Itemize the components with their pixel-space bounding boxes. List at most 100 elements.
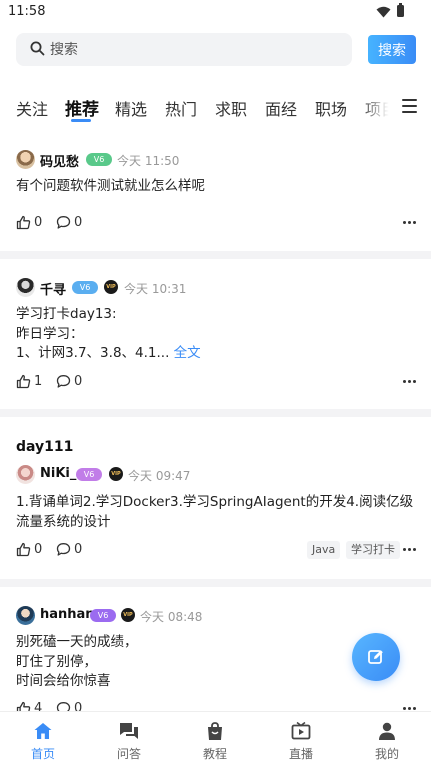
post-time: 今天 09:47 [128,469,191,483]
post-content[interactable]: 1.背诵单词2.学习Docker3.学习SpringAIagent的开发4.阅读… [16,493,416,532]
person-icon [379,722,395,740]
post-author: 码见愁 V6 今天 11:50 [16,150,416,170]
search-box[interactable] [16,33,352,66]
post-author: 千寻 V6 VIP 今天 10:31 [16,278,416,298]
tab-interview[interactable]: 面经 [265,96,297,120]
battery-icon [397,3,404,17]
nav-label: 问答 [116,747,141,761]
home-icon [34,723,52,739]
search-icon [30,41,45,56]
nav-home[interactable]: 首页 [0,712,86,767]
nav-label: 我的 [374,747,399,761]
like-count: 4 [34,701,43,711]
search-button[interactable]: 搜索 [368,35,416,64]
content-line: 1、计网3.7、3.8、4.1... [16,345,170,361]
post-actions: 1 0 [16,373,416,391]
post-content[interactable]: 有个问题软件测试就业怎么样呢 [16,177,416,197]
level-badge: V6 [90,609,116,622]
tab-jobs[interactable]: 求职 [215,96,247,120]
nav-label: 教程 [202,747,227,761]
comment-icon [56,375,71,388]
post-card[interactable]: day111 NiKi_ V6 VIP 今天 09:47 1.背诵单词2.学习D… [0,437,431,572]
tag-study-checkin[interactable]: 学习打卡 [346,541,400,559]
post-card[interactable]: 千寻 V6 VIP 今天 10:31 学习打卡day13: 昨日学习： 1、计网… [0,277,431,407]
nav-tutorial[interactable]: 教程 [172,712,258,767]
post-actions: 4 0 [16,700,416,711]
comment-icon [56,702,71,711]
vip-badge: VIP [121,608,135,622]
status-time: 11:58 [8,4,46,19]
nav-label: 直播 [288,747,313,761]
tab-featured[interactable]: 精选 [115,96,147,120]
category-tabs: 关注 推荐 精选 热门 求职 面经 职场 项目 [0,92,431,126]
more-options-icon[interactable] [403,221,417,225]
tab-hot[interactable]: 热门 [165,96,197,120]
comment-count: 0 [74,701,83,711]
nav-label: 首页 [30,747,55,761]
tag-java[interactable]: Java [307,541,341,559]
avatar[interactable] [16,150,35,169]
content-line: 昨日学习： [16,325,84,342]
level-badge: V6 [72,281,98,294]
menu-icon[interactable] [402,99,417,113]
post-author: hanhan V6 VIP 今天 08:48 [16,606,416,626]
bag-icon [208,722,222,740]
post-author: NiKi_ V6 VIP 今天 09:47 [16,465,416,485]
chat-icon [120,723,138,739]
nav-me[interactable]: 我的 [344,712,430,767]
post-card[interactable]: 码见愁 V6 今天 11:50 有个问题软件测试就业怎么样呢 0 0 [0,148,431,248]
content-line: 学习打卡day13: [16,306,117,322]
post-time: 今天 08:48 [140,610,203,624]
nav-live[interactable]: 直播 [258,712,344,767]
post-title[interactable]: day111 [16,439,73,455]
post-time: 今天 10:31 [124,282,187,296]
tab-workplace[interactable]: 职场 [315,96,347,120]
bottom-nav: 首页 问答 教程 直播 我的 [0,711,431,767]
tab-recommend[interactable]: 推荐 [65,95,99,120]
author-name[interactable]: hanhan [40,607,95,622]
edit-icon [368,650,383,664]
comment-icon [56,543,71,556]
comment-count: 0 [74,374,83,389]
read-more-link[interactable]: 全文 [174,345,201,361]
avatar[interactable] [16,465,35,484]
post-actions: 0 0 [16,214,416,232]
content-line: 时间会给你惊喜 [16,673,111,689]
search-bar: 搜索 [0,32,431,68]
nav-qa[interactable]: 问答 [86,712,172,767]
author-name[interactable]: 码见愁 [40,151,79,170]
vip-badge: VIP [109,467,123,481]
post-actions: 0 0 Java 学习打卡 [16,541,416,559]
thumbs-up-icon [16,542,31,557]
compose-button[interactable] [352,633,400,681]
author-name[interactable]: NiKi_ [40,466,76,481]
comment-count: 0 [74,542,83,557]
post-divider [0,251,431,259]
post-content[interactable]: 学习打卡day13: 昨日学习： 1、计网3.7、3.8、4.1... 全文 [16,305,416,364]
tv-icon [291,721,311,740]
like-count: 0 [34,215,43,230]
more-options-icon[interactable] [403,380,417,384]
comment-count: 0 [74,215,83,230]
vip-badge: VIP [104,280,118,294]
search-input[interactable] [50,33,340,66]
post-time: 今天 11:50 [117,154,180,168]
like-count: 0 [34,542,43,557]
avatar[interactable] [16,278,35,297]
post-divider [0,579,431,587]
thumbs-up-icon [16,701,31,711]
thumbs-up-icon [16,374,31,389]
like-count: 1 [34,374,43,389]
author-name[interactable]: 千寻 [40,279,66,298]
thumbs-up-icon [16,215,31,230]
avatar[interactable] [16,606,35,625]
comment-icon [56,216,71,229]
level-badge: V6 [76,468,102,481]
more-options-icon[interactable] [403,548,417,552]
tabs-fade [360,92,396,126]
post-divider [0,409,431,417]
active-tab-indicator [71,119,91,122]
tab-follow[interactable]: 关注 [16,96,48,120]
status-bar: 11:58 [0,0,431,24]
wifi-icon [376,6,391,18]
